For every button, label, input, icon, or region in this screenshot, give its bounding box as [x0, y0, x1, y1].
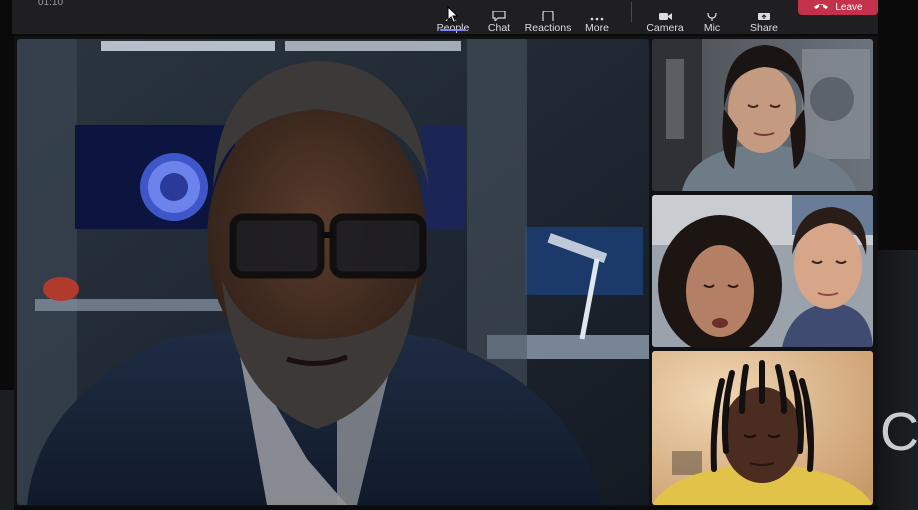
mouse-cursor-icon — [447, 5, 459, 29]
background-left — [0, 390, 14, 510]
more-icon — [589, 7, 605, 21]
active-tab-indicator — [440, 29, 466, 31]
chat-icon — [491, 7, 507, 21]
video-stage — [14, 36, 878, 506]
camera-icon — [656, 7, 674, 21]
background-right — [878, 250, 918, 510]
chat-label: Chat — [487, 22, 511, 34]
leave-button[interactable]: Leave — [798, 0, 878, 15]
leave-label: Leave — [835, 2, 863, 13]
more-button[interactable]: More — [578, 0, 616, 34]
camera-label: Camera — [646, 22, 684, 34]
share-label: Share — [749, 22, 779, 34]
main-speaker-video — [17, 39, 649, 505]
participant-tile-2[interactable] — [652, 195, 873, 347]
chat-button[interactable]: Chat — [482, 0, 516, 34]
call-timer: 01:10 — [38, 0, 64, 8]
participant-video-1 — [652, 39, 873, 191]
mic-label: Mic — [703, 22, 721, 34]
background-letter: C — [880, 402, 918, 462]
participant-tile-3[interactable] — [652, 351, 873, 505]
share-icon — [756, 7, 772, 21]
mic-icon — [706, 7, 718, 21]
toolbar-divider — [631, 2, 632, 22]
participant-tile-1[interactable] — [652, 39, 873, 191]
camera-button[interactable]: Camera — [642, 0, 688, 34]
mic-button[interactable]: Mic — [696, 0, 728, 34]
more-label: More — [585, 22, 609, 34]
reactions-label: Reactions — [524, 22, 572, 34]
phone-hangup-icon — [813, 2, 829, 13]
participant-video-3 — [652, 351, 873, 505]
meeting-toolbar: 01:10 People Chat Reactions More Camera — [12, 0, 878, 34]
reactions-button[interactable]: Reactions — [521, 0, 575, 34]
share-button[interactable]: Share — [746, 0, 782, 34]
main-speaker-tile[interactable] — [17, 39, 649, 505]
reactions-icon — [540, 7, 556, 21]
participant-video-2 — [652, 195, 873, 347]
